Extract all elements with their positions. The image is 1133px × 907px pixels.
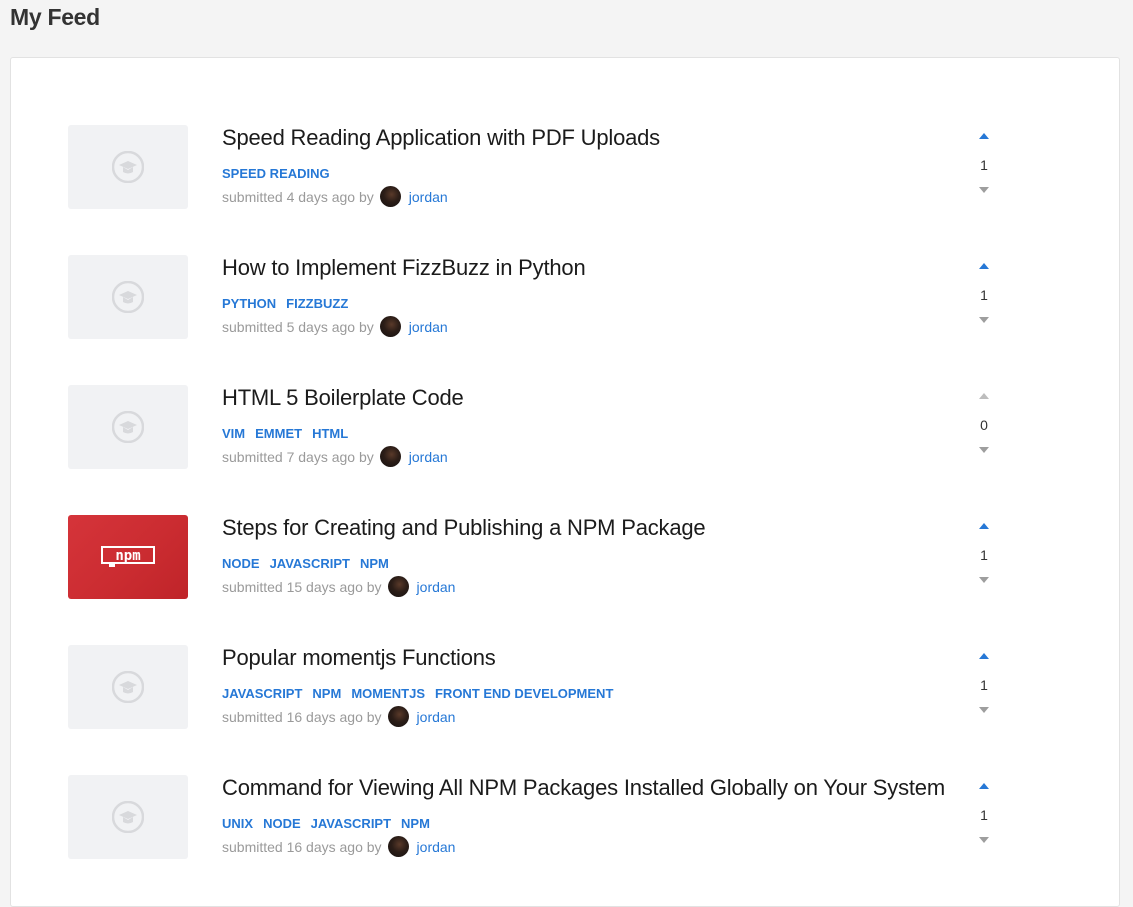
vote-count: 0: [980, 417, 988, 433]
submitted-text: submitted 5 days ago by: [222, 318, 374, 335]
downvote-icon[interactable]: [979, 317, 989, 323]
upvote-icon[interactable]: [979, 523, 989, 529]
post-title[interactable]: How to Implement FizzBuzz in Python: [222, 255, 586, 281]
avatar[interactable]: [379, 316, 401, 337]
upvote-icon[interactable]: [979, 783, 989, 789]
npm-logo: npm: [101, 546, 155, 567]
tag-link[interactable]: FRONT END DEVELOPMENT: [435, 686, 613, 701]
upvote-icon[interactable]: [979, 393, 989, 399]
tag-link[interactable]: VIM: [222, 426, 245, 441]
tag-link[interactable]: PYTHON: [222, 296, 276, 311]
vote-widget: 1: [973, 261, 995, 325]
npm-logo-text: npm: [115, 548, 140, 564]
vote-widget: 1: [973, 781, 995, 845]
page-title: My Feed: [10, 4, 100, 30]
post-title[interactable]: Speed Reading Application with PDF Uploa…: [222, 125, 660, 151]
tag-link[interactable]: UNIX: [222, 816, 253, 831]
downvote-icon[interactable]: [979, 447, 989, 453]
post-thumbnail[interactable]: [68, 125, 188, 209]
avatar[interactable]: [379, 186, 401, 207]
feed-item: HTML 5 Boilerplate Code VIM EMMET HTML s…: [11, 385, 1119, 469]
downvote-icon[interactable]: [979, 837, 989, 843]
author-link[interactable]: jordan: [417, 839, 456, 855]
author-link[interactable]: jordan: [409, 189, 448, 205]
submitted-text: submitted 15 days ago by: [222, 578, 382, 595]
feed-item: npm Steps for Creating and Publishing a …: [11, 515, 1119, 599]
vote-count: 1: [980, 547, 988, 563]
graduation-cap-icon: [112, 801, 144, 833]
author-link[interactable]: jordan: [409, 449, 448, 465]
avatar[interactable]: [379, 446, 401, 467]
post-meta: submitted 16 days ago by jordan: [222, 706, 455, 727]
tag-list: NODE JAVASCRIPT NPM: [222, 556, 389, 571]
post-meta: submitted 16 days ago by jordan: [222, 836, 455, 857]
tag-link[interactable]: NPM: [360, 556, 389, 571]
submitted-text: submitted 16 days ago by: [222, 838, 382, 855]
vote-count: 1: [980, 807, 988, 823]
tag-link[interactable]: NODE: [263, 816, 301, 831]
post-title[interactable]: Command for Viewing All NPM Packages Ins…: [222, 775, 945, 801]
vote-widget: 1: [973, 521, 995, 585]
author-link[interactable]: jordan: [417, 709, 456, 725]
graduation-cap-icon: [112, 281, 144, 313]
tag-link[interactable]: NODE: [222, 556, 260, 571]
tag-link[interactable]: MOMENTJS: [351, 686, 425, 701]
vote-count: 1: [980, 287, 988, 303]
submitted-text: submitted 4 days ago by: [222, 188, 374, 205]
graduation-cap-icon: [112, 671, 144, 703]
post-meta: submitted 15 days ago by jordan: [222, 576, 455, 597]
tag-link[interactable]: NPM: [312, 686, 341, 701]
post-meta: submitted 7 days ago by jordan: [222, 446, 448, 467]
post-title[interactable]: HTML 5 Boilerplate Code: [222, 385, 464, 411]
tag-list: UNIX NODE JAVASCRIPT NPM: [222, 816, 430, 831]
submitted-text: submitted 16 days ago by: [222, 708, 382, 725]
author-link[interactable]: jordan: [417, 579, 456, 595]
post-thumbnail[interactable]: npm: [68, 515, 188, 599]
vote-count: 1: [980, 677, 988, 693]
vote-count: 1: [980, 157, 988, 173]
tag-link[interactable]: EMMET: [255, 426, 302, 441]
tag-list: PYTHON FIZZBUZZ: [222, 296, 348, 311]
post-thumbnail[interactable]: [68, 385, 188, 469]
feed-item: Speed Reading Application with PDF Uploa…: [11, 125, 1119, 209]
tag-link[interactable]: FIZZBUZZ: [286, 296, 348, 311]
feed-item: Command for Viewing All NPM Packages Ins…: [11, 775, 1119, 859]
avatar[interactable]: [387, 706, 409, 727]
tag-list: JAVASCRIPT NPM MOMENTJS FRONT END DEVELO…: [222, 686, 613, 701]
tag-list: VIM EMMET HTML: [222, 426, 348, 441]
tag-link[interactable]: JAVASCRIPT: [222, 686, 302, 701]
vote-widget: 1: [973, 651, 995, 715]
upvote-icon[interactable]: [979, 653, 989, 659]
post-thumbnail[interactable]: [68, 775, 188, 859]
submitted-text: submitted 7 days ago by: [222, 448, 374, 465]
vote-widget: 1: [973, 131, 995, 195]
tag-list: SPEED READING: [222, 166, 330, 181]
post-meta: submitted 4 days ago by jordan: [222, 186, 448, 207]
post-thumbnail[interactable]: [68, 255, 188, 339]
post-meta: submitted 5 days ago by jordan: [222, 316, 448, 337]
graduation-cap-icon: [112, 411, 144, 443]
downvote-icon[interactable]: [979, 187, 989, 193]
vote-widget: 0: [973, 391, 995, 455]
author-link[interactable]: jordan: [409, 319, 448, 335]
tag-link[interactable]: HTML: [312, 426, 348, 441]
avatar[interactable]: [387, 836, 409, 857]
feed-item: Popular momentjs Functions JAVASCRIPT NP…: [11, 645, 1119, 729]
tag-link[interactable]: JAVASCRIPT: [270, 556, 350, 571]
downvote-icon[interactable]: [979, 707, 989, 713]
upvote-icon[interactable]: [979, 133, 989, 139]
downvote-icon[interactable]: [979, 577, 989, 583]
post-title[interactable]: Steps for Creating and Publishing a NPM …: [222, 515, 706, 541]
avatar[interactable]: [387, 576, 409, 597]
feed-item: How to Implement FizzBuzz in Python PYTH…: [11, 255, 1119, 339]
feed-card: Speed Reading Application with PDF Uploa…: [10, 57, 1120, 907]
tag-link[interactable]: NPM: [401, 816, 430, 831]
graduation-cap-icon: [112, 151, 144, 183]
upvote-icon[interactable]: [979, 263, 989, 269]
tag-link[interactable]: SPEED READING: [222, 166, 330, 181]
post-title[interactable]: Popular momentjs Functions: [222, 645, 496, 671]
post-thumbnail[interactable]: [68, 645, 188, 729]
tag-link[interactable]: JAVASCRIPT: [311, 816, 391, 831]
